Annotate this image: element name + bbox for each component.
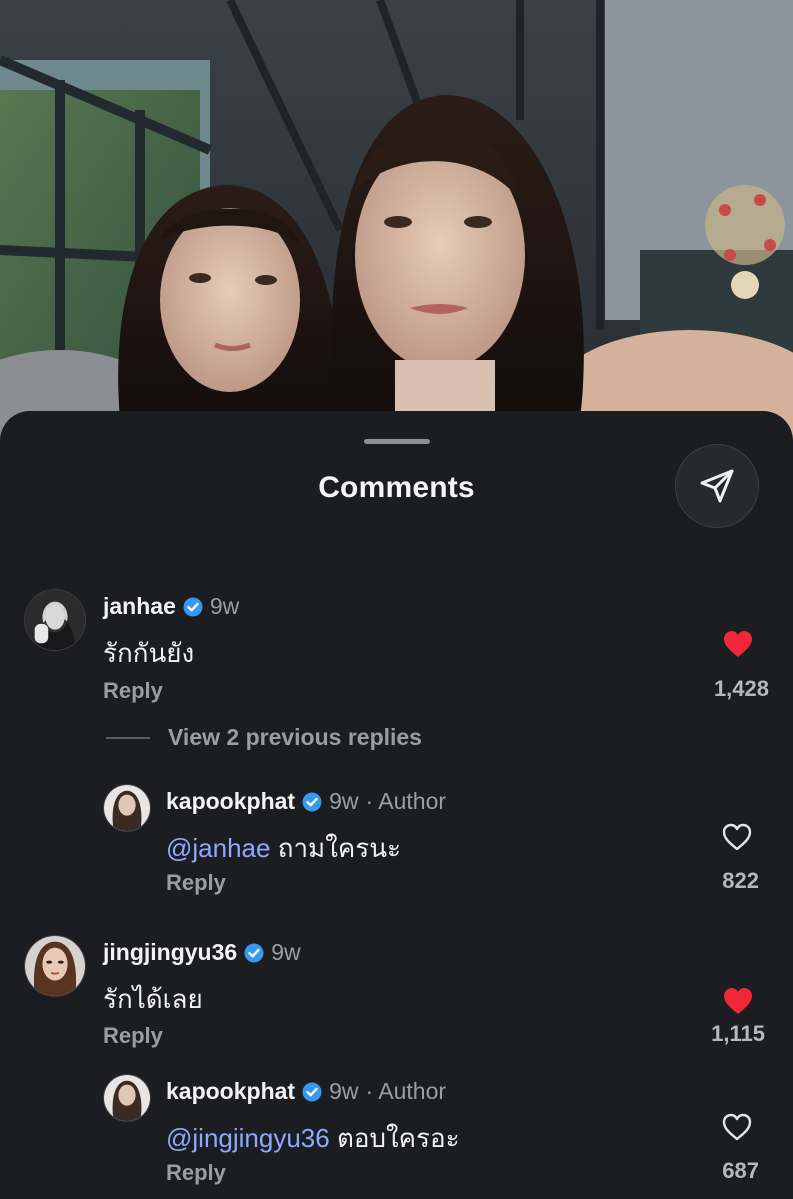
view-previous-replies[interactable]: View 2 previous replies bbox=[106, 724, 422, 751]
reply-button[interactable]: Reply bbox=[103, 678, 163, 704]
like-count: 822 bbox=[722, 868, 759, 893]
avatar[interactable] bbox=[24, 935, 86, 997]
verified-badge-icon bbox=[302, 1082, 322, 1101]
post-photo bbox=[0, 0, 793, 440]
avatar[interactable] bbox=[103, 1074, 151, 1122]
sheet-title: Comments bbox=[318, 471, 475, 504]
username[interactable]: kapookphat bbox=[166, 1078, 295, 1105]
verified-badge-icon bbox=[302, 792, 322, 811]
like-count: 687 bbox=[722, 1158, 759, 1183]
username[interactable]: jingjingyu36 bbox=[103, 939, 237, 966]
avatar[interactable] bbox=[103, 784, 151, 832]
like-count: 1,115 bbox=[711, 1021, 765, 1046]
verified-badge-icon bbox=[183, 597, 203, 616]
mention-link[interactable]: @janhae bbox=[166, 833, 270, 863]
sheet-grabber[interactable] bbox=[364, 439, 430, 444]
username[interactable]: janhae bbox=[103, 593, 176, 620]
comment-time: 9w bbox=[329, 788, 359, 814]
comment-text: @janhae ถามใครนะ bbox=[166, 833, 401, 863]
heart-outline-icon bbox=[722, 823, 752, 851]
comment-text: รักกันยัง bbox=[103, 638, 195, 668]
like-button[interactable] bbox=[708, 629, 768, 659]
verified-badge-icon bbox=[244, 943, 264, 962]
comment-text: @jingjingyu36 ตอบใครอะ bbox=[166, 1123, 460, 1153]
username[interactable]: kapookphat bbox=[166, 788, 295, 815]
like-button[interactable] bbox=[707, 822, 767, 852]
author-tag: · Author bbox=[365, 1078, 447, 1104]
heart-filled-icon bbox=[724, 988, 752, 1014]
like-count: 1,428 bbox=[713, 676, 769, 701]
heart-filled-icon bbox=[724, 631, 752, 657]
comment-time: 9w bbox=[271, 939, 301, 965]
comment-time: 9w bbox=[329, 1078, 359, 1104]
reply-button[interactable]: Reply bbox=[166, 1160, 226, 1186]
heart-outline-icon bbox=[722, 1113, 752, 1141]
comments-sheet: Comments janhae 9w รักกันยัง Reply 1,428… bbox=[0, 411, 793, 1199]
reply-button[interactable]: Reply bbox=[166, 870, 226, 896]
comment-time: 9w bbox=[209, 593, 240, 619]
divider bbox=[106, 736, 150, 739]
like-button[interactable] bbox=[707, 1112, 767, 1142]
avatar[interactable] bbox=[24, 589, 86, 651]
author-tag: · Author bbox=[365, 788, 447, 814]
like-button[interactable] bbox=[708, 986, 768, 1016]
reply-button[interactable]: Reply bbox=[103, 1023, 163, 1049]
send-icon bbox=[700, 469, 734, 503]
mention-link[interactable]: @jingjingyu36 bbox=[166, 1123, 330, 1153]
comment-text: รักได้เลย bbox=[103, 984, 203, 1014]
share-button[interactable] bbox=[675, 444, 759, 528]
